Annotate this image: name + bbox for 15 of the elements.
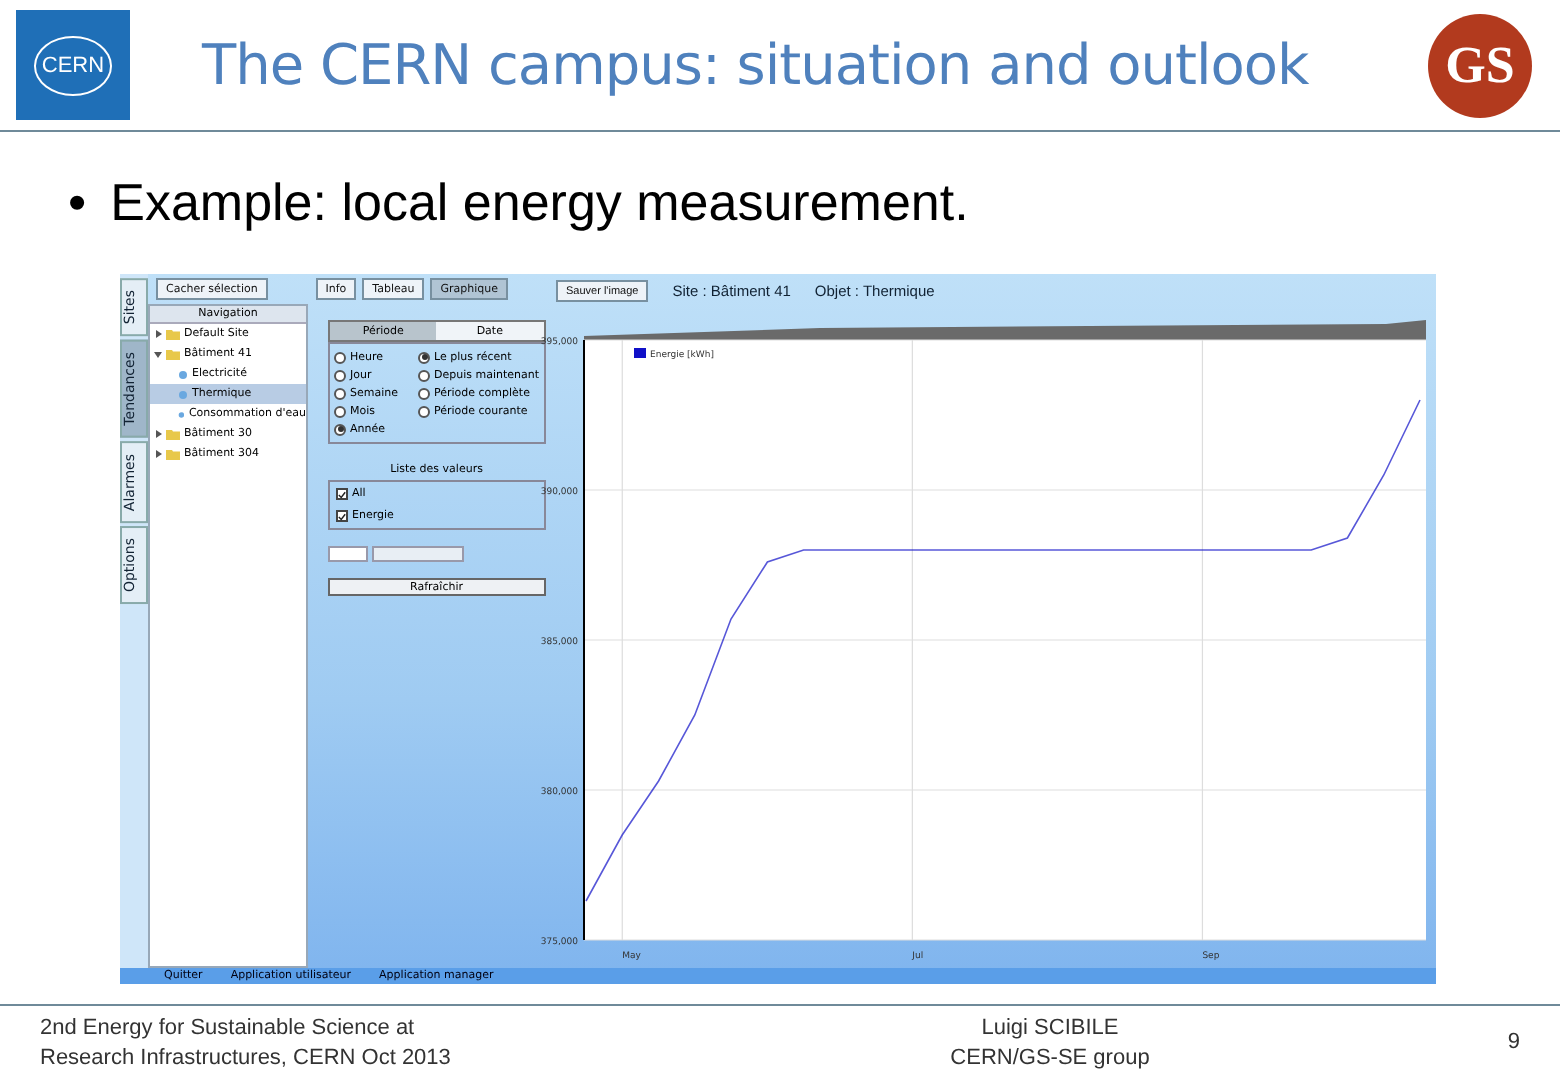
bullet-marker: • xyxy=(68,172,87,234)
slide-title: The CERN campus: situation and outlook xyxy=(202,32,1311,98)
author-footer: Luigi SCIBILE CERN/GS-SE group xyxy=(700,1013,1400,1073)
expanded-arrow-icon[interactable] xyxy=(154,350,162,358)
collapsed-arrow-icon[interactable] xyxy=(154,330,162,338)
event-footer: 2nd Energy for Sustainable Science at Research Infrastructures, CERN Oct 2013 xyxy=(40,1013,700,1073)
bullet-text: Example: local energy measurement. xyxy=(110,172,969,234)
cern-logo: CERN xyxy=(16,10,130,120)
collapsed-arrow-icon[interactable] xyxy=(154,430,162,438)
input-field[interactable] xyxy=(328,546,368,562)
gs-logo: GS xyxy=(1428,13,1532,117)
page-number: 9 xyxy=(1505,1028,1520,1058)
collapsed-arrow-icon[interactable] xyxy=(154,450,162,458)
check-icon xyxy=(338,511,346,521)
check-icon xyxy=(338,489,346,499)
